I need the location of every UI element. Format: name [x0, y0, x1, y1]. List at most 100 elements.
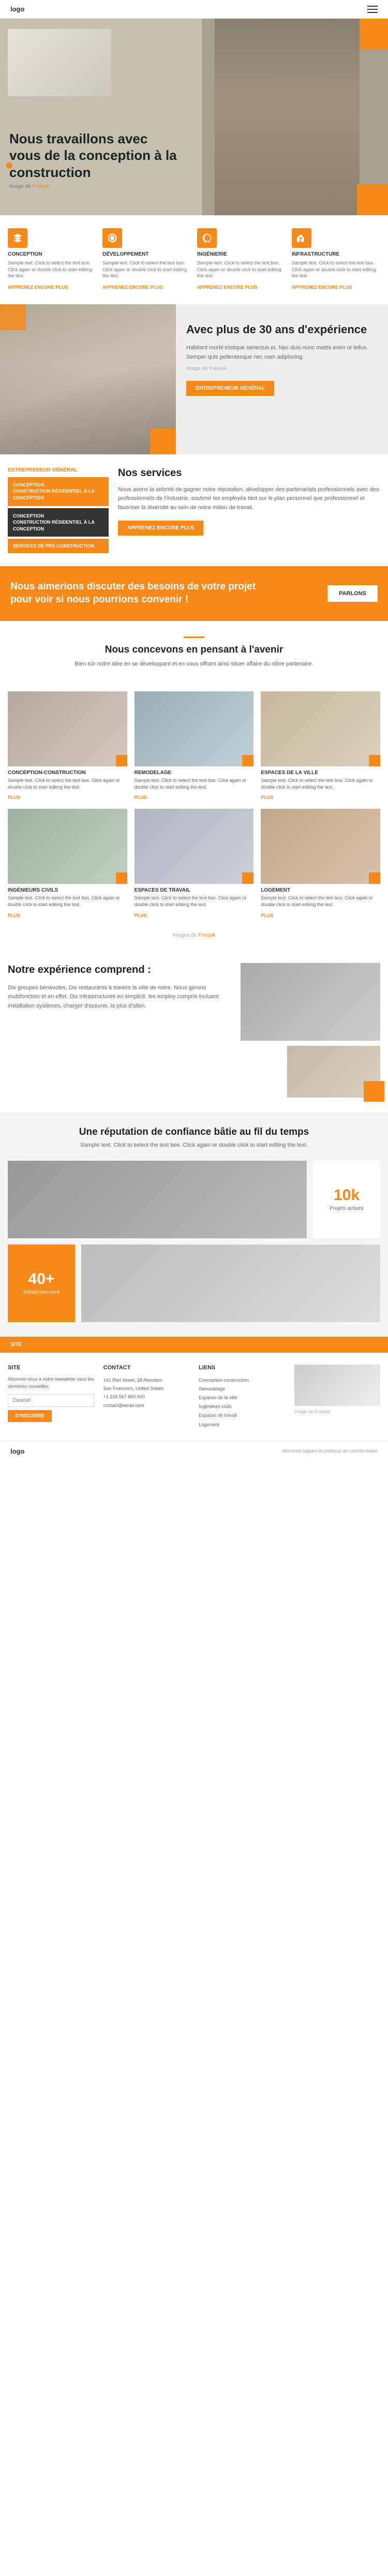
grid-caption-link[interactable]: Freepik — [198, 932, 215, 938]
grid-caption: Images de Freepik — [0, 932, 388, 949]
service-item-2[interactable]: CONCEPTIONCONSTRUCTION RÉSIDENTIEL À LAC… — [8, 508, 109, 537]
newsletter-btn[interactable]: S'inscrire — [8, 1410, 52, 1422]
exp-c-img-1 — [241, 963, 380, 1041]
feature-3-text: Sample text. Click to select the text bo… — [197, 260, 286, 279]
footer-img-caption: Image de Freepik — [294, 1409, 381, 1414]
experience-content: Avec plus de 30 ans d'expérience Habitan… — [176, 304, 388, 454]
services-btn[interactable]: APPRENEZ ENCORE PLUS — [118, 521, 203, 536]
footer-top-bar: SITE — [0, 1337, 388, 1353]
experience-orange-corner — [150, 428, 176, 454]
feature-1-link[interactable]: APPRENEZ ENCORE PLUS — [8, 285, 68, 290]
feature-4-text: Sample text. Click to select the text bo… — [292, 260, 380, 279]
experience-caption: Image de Freepik — [186, 366, 378, 372]
feature-2-title: DÉVELOPPEMENT — [102, 251, 191, 257]
grid-title-4: INGÉNIEURS CIVILS — [8, 887, 127, 893]
hero-map — [8, 29, 111, 96]
stat-box-orange: 40+ d'établissement — [8, 1245, 75, 1322]
footer-col-3: LIENS Conception-construction Remodelage… — [199, 1365, 285, 1429]
newsletter-input[interactable] — [8, 1394, 94, 1407]
feature-1-text: Sample text. Click to select the text bo… — [8, 260, 96, 279]
grid-img-5 — [135, 809, 254, 884]
grid-title-2: REMODELAGE — [135, 770, 254, 776]
hero-caption-link[interactable]: Freepik — [32, 184, 49, 189]
grid-item-4: INGÉNIEURS CIVILS Sample text. Click to … — [8, 809, 127, 919]
footer-col1-title: SITE — [8, 1365, 94, 1371]
services-section: ENTREPRENEUR GÉNÉRAL CONCEPTIONCONSTRUCT… — [0, 454, 388, 567]
grid-title-1: CONCEPTION-CONSTRUCTION — [8, 770, 127, 776]
grid-item-5: ESPACES DE TRAVAIL Sample text. Click to… — [135, 809, 254, 919]
hero-orange-bottom-right — [357, 184, 388, 215]
grid-link-5[interactable]: PLUS — [135, 913, 147, 918]
grid-title-3: ESPACES DE LA VILLE — [261, 770, 380, 776]
feature-ingenierie: INGÉNIERIE Sample text. Click to select … — [197, 228, 286, 291]
footer-link-6[interactable]: Logement — [199, 1420, 285, 1429]
grid-text-4: Sample text. Click to select the text bo… — [8, 895, 127, 908]
footer-col2-label: CONTACT — [103, 1365, 190, 1371]
footer-col-1: SITE Abonnez-vous à notre newsletter pou… — [8, 1365, 94, 1429]
grid-link-6[interactable]: PLUS — [261, 913, 273, 918]
stat-number-1: 10k — [334, 1188, 360, 1203]
stat-label-2: d'établissement — [23, 1290, 59, 1295]
footer-bottom-logo: logo — [10, 1447, 24, 1455]
footer-col-2: CONTACT 141 Red Street, 28 AberdamSan Fr… — [103, 1365, 190, 1429]
stat-box-projects: 10k Projets actives — [313, 1161, 380, 1238]
footer-email: contact@email.com — [103, 1401, 190, 1410]
feature-3-title: INGÉNIERIE — [197, 251, 286, 257]
features-section: CONCEPTION Sample text. Click to select … — [0, 215, 388, 304]
cta-button[interactable]: PARLONS — [327, 585, 378, 602]
footer-address: 141 Red Street, 28 AberdamSan Francisco,… — [103, 1376, 190, 1393]
footer-phone: +1 234 567 890 000 — [103, 1393, 190, 1401]
grid-link-2[interactable]: PLUS — [135, 795, 147, 800]
grid-link-4[interactable]: PLUS — [8, 913, 20, 918]
footer-link-1[interactable]: Conception-construction — [199, 1376, 285, 1385]
grid-item-6: LOGEMENT Sample text. Click to select th… — [261, 809, 380, 919]
grid-title-6: LOGEMENT — [261, 887, 380, 893]
grid-text-5: Sample text. Click to select the text bo… — [135, 895, 254, 908]
developpement-icon — [102, 228, 122, 248]
stat-image-2 — [81, 1245, 380, 1322]
stat-image-1 — [8, 1161, 307, 1238]
feature-2-link[interactable]: APPRENEZ ENCORE PLUS — [102, 285, 163, 290]
infrastructure-icon — [292, 228, 311, 248]
experience-text: Habitant morbi tristique senectus et. Ne… — [186, 344, 378, 362]
footer-link-4[interactable]: Ingénieurs civils — [199, 1402, 285, 1411]
exp-c-text: Dix groupes bénévoles, Dix restaurants à… — [8, 984, 230, 1011]
grid-link-3[interactable]: PLUS — [261, 795, 273, 800]
exp-c-images — [241, 963, 380, 1098]
grid-img-2 — [135, 691, 254, 766]
hero-content: Nous travaillons avec vous de la concept… — [9, 130, 180, 190]
grid-img-1 — [8, 691, 127, 766]
experience-btn[interactable]: ENTREPRENEUR GÉNÉRAL — [186, 381, 274, 396]
grid-text-3: Sample text. Click to select the text bo… — [261, 777, 380, 790]
cta-text: Nous aimerions discuter des besoins de v… — [10, 581, 264, 606]
grid-services: CONCEPTION-CONSTRUCTION Sample text. Cli… — [0, 691, 388, 932]
service-item-1[interactable]: CONCEPTIONCONSTRUCTION RÉSIDENTIEL À LAC… — [8, 477, 109, 506]
feature-2-text: Sample text. Click to select the text bo… — [102, 260, 191, 279]
grid-link-1[interactable]: PLUS — [8, 795, 20, 800]
stats-row-1: 10k Projets actives — [8, 1161, 380, 1238]
feature-developpement: DÉVELOPPEMENT Sample text. Click to sele… — [102, 228, 191, 291]
feature-3-link[interactable]: APPRENEZ ENCORE PLUS — [197, 285, 258, 290]
feature-4-link[interactable]: APPRENEZ ENCORE PLUS — [292, 285, 352, 290]
experience-orange-top — [0, 304, 26, 330]
grid-text-2: Sample text. Click to select the text bo… — [135, 777, 254, 790]
hero-caption: Image de Freepik — [9, 184, 180, 189]
navigation: logo — [0, 0, 388, 19]
grid-img-4 — [8, 809, 127, 884]
footer-link-5[interactable]: Espaces de travail — [199, 1411, 285, 1420]
stat-number-2: 40+ — [28, 1271, 55, 1287]
footer-link-2[interactable]: Remodelage — [199, 1385, 285, 1394]
hamburger-icon[interactable] — [367, 6, 378, 13]
exp-c-content: Notre expérience comprend : Dix groupes … — [8, 963, 230, 1011]
grid-item-3: ESPACES DE LA VILLE Sample text. Click t… — [261, 691, 380, 802]
services-text: Nous avons la volonté de gagner notre ré… — [118, 485, 380, 513]
experience-section: Avec plus de 30 ans d'expérience Habitan… — [0, 304, 388, 454]
feature-1-title: CONCEPTION — [8, 251, 96, 257]
footer-link-3[interactable]: Espaces de la ville — [199, 1394, 285, 1402]
experience-title: Avec plus de 30 ans d'expérience — [186, 322, 378, 337]
services-label: ENTREPRENEUR GÉNÉRAL — [8, 467, 109, 473]
service-item-3[interactable]: SERVICES DE PRÉ-CONSTRUCTION — [8, 539, 109, 553]
footer-top-text: SITE — [10, 1342, 378, 1348]
conception-subtitle: Bien sûr notre idée en se développant et… — [65, 660, 323, 669]
grid-item-1: CONCEPTION-CONSTRUCTION Sample text. Cli… — [8, 691, 127, 802]
